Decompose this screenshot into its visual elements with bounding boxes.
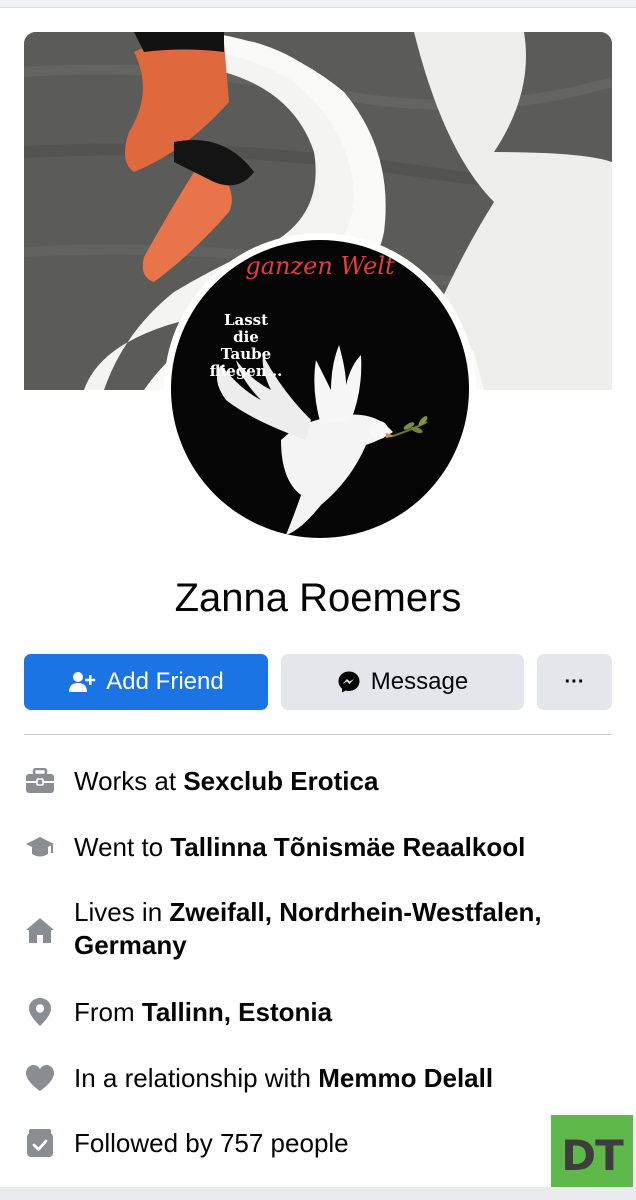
message-button[interactable]: Message [281, 654, 524, 710]
intro-education-text: Went to Tallinna Tõnismäe Reaalkool [74, 831, 525, 864]
intro-relationship-text: In a relationship with Memmo Delall [74, 1062, 493, 1095]
intro-lives: Lives in Zweifall, Nordrhein-Westfalen, G… [24, 896, 612, 962]
avatar-caption: Lasst die Taube fliegen... [209, 311, 283, 380]
more-options-icon: ··· [564, 670, 585, 693]
intro-work-link[interactable]: Sexclub Erotica [183, 766, 378, 796]
avatar-image: ganzen Welt Lasst die Taube fliegen... [171, 240, 469, 538]
intro-lives-link[interactable]: Zweifall, Nordrhein-Westfalen, [169, 897, 541, 927]
intro-from-prefix: From [74, 997, 142, 1027]
intro-from: From Tallinn, Estonia [24, 996, 612, 1029]
followers-icon [24, 1127, 56, 1159]
messenger-icon [337, 670, 361, 694]
add-friend-button[interactable]: Add Friend [24, 654, 268, 710]
briefcase-icon [24, 765, 56, 797]
intro-education: Went to Tallinna Tõnismäe Reaalkool [24, 831, 612, 864]
heart-icon [24, 1062, 56, 1094]
intro-relationship-prefix: In a relationship with [74, 1063, 319, 1093]
intro-from-text: From Tallinn, Estonia [74, 996, 332, 1029]
intro-lives-text: Lives in Zweifall, Nordrhein-Westfalen, G… [74, 896, 542, 962]
avatar-script-text: ganzen Welt [245, 252, 395, 280]
intro-education-link[interactable]: Tallinna Tõnismäe Reaalkool [170, 832, 525, 862]
intro-lives-prefix: Lives in [74, 897, 170, 927]
top-border [0, 0, 636, 8]
bottom-bar [0, 1187, 636, 1200]
intro-relationship-link[interactable]: Memmo Delall [318, 1063, 493, 1093]
graduation-cap-icon [24, 831, 56, 863]
intro-work: Works at Sexclub Erotica [24, 765, 612, 798]
home-icon [24, 914, 56, 946]
intro-work-text: Works at Sexclub Erotica [74, 765, 378, 798]
intro-from-link[interactable]: Tallinn, Estonia [142, 997, 332, 1027]
intro-education-prefix: Went to [74, 832, 171, 862]
add-friend-icon [68, 670, 96, 694]
profile-avatar[interactable]: ganzen Welt Lasst die Taube fliegen... [164, 233, 476, 545]
divider [24, 734, 612, 735]
more-options-button[interactable]: ··· [537, 654, 612, 710]
intro-work-prefix: Works at [74, 766, 184, 796]
intro-followers-text[interactable]: Followed by 757 people [74, 1127, 349, 1160]
add-friend-label: Add Friend [106, 668, 224, 695]
message-label: Message [370, 668, 469, 695]
intro-followers: Followed by 757 people [24, 1127, 612, 1160]
profile-name: Zanna Roemers [174, 576, 462, 620]
location-pin-icon [24, 996, 56, 1028]
dove-icon [217, 345, 428, 535]
intro-relationship: In a relationship with Memmo Delall [24, 1062, 612, 1095]
watermark-logo: DT [551, 1115, 633, 1195]
intro-lives-link-2[interactable]: Germany [74, 930, 187, 960]
